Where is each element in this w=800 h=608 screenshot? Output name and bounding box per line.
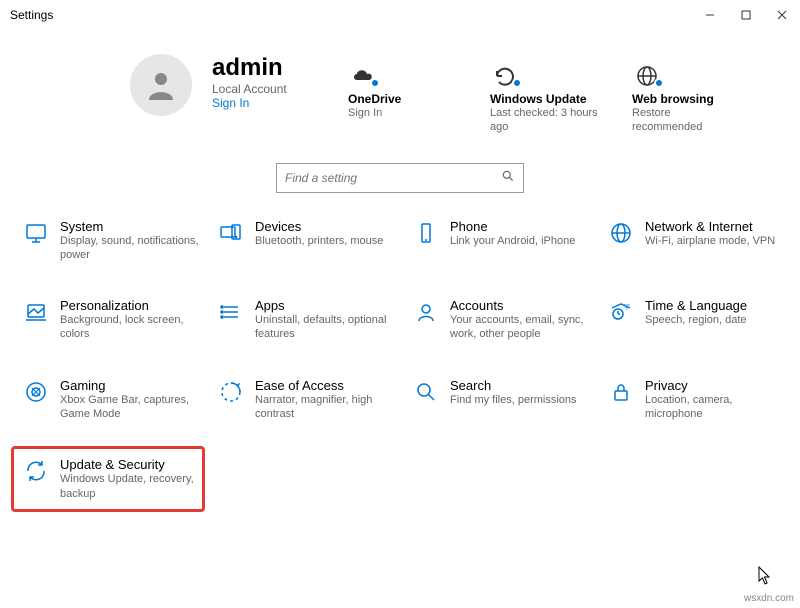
phone-icon — [412, 219, 440, 247]
category-personalization[interactable]: Personalization Background, lock screen,… — [18, 294, 205, 346]
status-sub: Restore recommended — [632, 106, 740, 135]
privacy-icon — [607, 378, 635, 406]
category-sub: Background, lock screen, colors — [60, 313, 201, 342]
category-accounts[interactable]: Accounts Your accounts, email, sync, wor… — [408, 294, 595, 346]
category-sub: Location, camera, microphone — [645, 393, 786, 422]
search-input[interactable] — [285, 171, 501, 185]
category-sub: Display, sound, notifications, power — [60, 234, 201, 263]
category-apps[interactable]: Apps Uninstall, defaults, optional featu… — [213, 294, 400, 346]
category-sub: Find my files, permissions — [450, 393, 577, 407]
personalization-icon — [22, 298, 50, 326]
onedrive-icon — [348, 54, 456, 88]
search-box[interactable] — [276, 163, 524, 193]
category-title: Gaming — [60, 378, 201, 393]
status-title: Windows Update — [490, 92, 598, 106]
category-sub: Your accounts, email, sync, work, other … — [450, 313, 591, 342]
ease-icon — [217, 378, 245, 406]
status-onedrive[interactable]: OneDrive Sign In — [348, 54, 456, 135]
status-sub: Sign In — [348, 106, 456, 120]
category-privacy[interactable]: Privacy Location, camera, microphone — [603, 374, 790, 426]
apps-icon — [217, 298, 245, 326]
category-sub: Uninstall, defaults, optional features — [255, 313, 396, 342]
user-name: admin — [212, 54, 287, 82]
category-search[interactable]: Search Find my files, permissions — [408, 374, 595, 426]
signin-link[interactable]: Sign In — [212, 96, 287, 110]
mouse-cursor — [758, 566, 772, 586]
category-sub: Xbox Game Bar, captures, Game Mode — [60, 393, 201, 422]
network-icon — [607, 219, 635, 247]
devices-icon — [217, 219, 245, 247]
system-icon — [22, 219, 50, 247]
account-type: Local Account — [212, 82, 287, 96]
category-title: Apps — [255, 298, 396, 313]
category-title: Time & Language — [645, 298, 747, 313]
time-icon: 字 — [607, 298, 635, 326]
category-title: Accounts — [450, 298, 591, 313]
svg-text:字: 字 — [624, 303, 630, 311]
close-button[interactable] — [764, 0, 800, 30]
category-title: Privacy — [645, 378, 786, 393]
category-time[interactable]: 字 Time & Language Speech, region, date — [603, 294, 790, 346]
watermark: wsxdn.com — [744, 593, 794, 604]
category-update[interactable]: Update & Security Windows Update, recove… — [11, 446, 205, 512]
gaming-icon — [22, 378, 50, 406]
category-devices[interactable]: Devices Bluetooth, printers, mouse — [213, 215, 400, 267]
status-sub: Last checked: 3 hours ago — [490, 106, 598, 135]
maximize-button[interactable] — [728, 0, 764, 30]
accounts-icon — [412, 298, 440, 326]
titlebar: Settings — [0, 0, 800, 30]
status-windowsupdate[interactable]: Windows Update Last checked: 3 hours ago — [490, 54, 598, 135]
search-icon — [412, 378, 440, 406]
minimize-button[interactable] — [692, 0, 728, 30]
category-phone[interactable]: Phone Link your Android, iPhone — [408, 215, 595, 267]
category-sub: Link your Android, iPhone — [450, 234, 575, 248]
window-title: Settings — [0, 8, 53, 22]
category-title: System — [60, 219, 201, 234]
windowsupdate-icon — [490, 54, 598, 88]
category-title: Search — [450, 378, 577, 393]
category-sub: Windows Update, recovery, backup — [60, 472, 194, 501]
category-ease[interactable]: Ease of Access Narrator, magnifier, high… — [213, 374, 400, 426]
webbrowsing-icon — [632, 54, 740, 88]
category-network[interactable]: Network & Internet Wi-Fi, airplane mode,… — [603, 215, 790, 267]
category-sub: Speech, region, date — [645, 313, 747, 327]
category-title: Ease of Access — [255, 378, 396, 393]
category-title: Update & Security — [60, 457, 194, 472]
category-sub: Wi-Fi, airplane mode, VPN — [645, 234, 775, 248]
status-title: Web browsing — [632, 92, 740, 106]
status-webbrowsing[interactable]: Web browsing Restore recommended — [632, 54, 740, 135]
category-sub: Narrator, magnifier, high contrast — [255, 393, 396, 422]
category-title: Network & Internet — [645, 219, 775, 234]
user-avatar[interactable] — [130, 54, 192, 116]
category-sub: Bluetooth, printers, mouse — [255, 234, 383, 248]
category-title: Phone — [450, 219, 575, 234]
category-gaming[interactable]: Gaming Xbox Game Bar, captures, Game Mod… — [18, 374, 205, 426]
category-title: Personalization — [60, 298, 201, 313]
search-icon — [501, 169, 515, 186]
category-title: Devices — [255, 219, 383, 234]
category-system[interactable]: System Display, sound, notifications, po… — [18, 215, 205, 267]
status-title: OneDrive — [348, 92, 456, 106]
update-icon — [22, 457, 50, 485]
